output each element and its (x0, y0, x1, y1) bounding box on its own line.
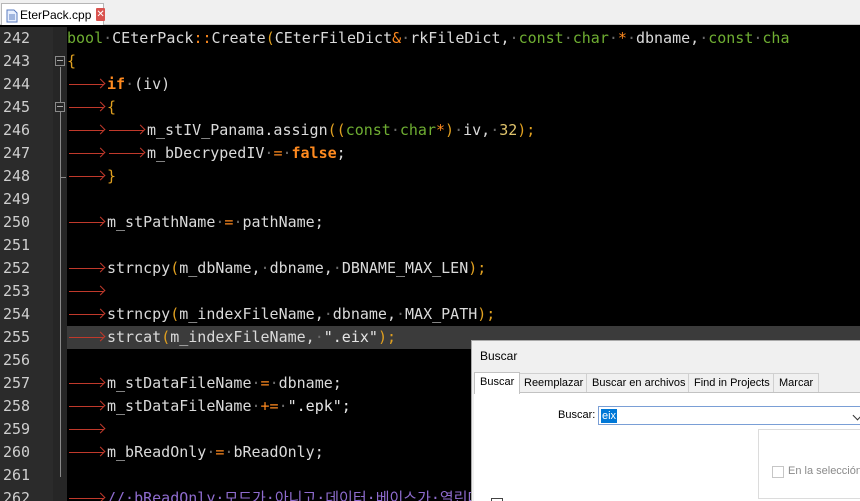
tab-arrow-icon (67, 303, 107, 326)
line-number: 252 (3, 259, 31, 277)
line-number: 256 (3, 351, 31, 369)
tab-arrow-icon (67, 418, 107, 441)
tab-arrow-icon (67, 73, 107, 96)
line-number: 245 (3, 98, 31, 116)
line-number: 260 (3, 443, 31, 461)
tab-arrow-icon (107, 119, 147, 142)
tab-arrow-icon (67, 487, 107, 501)
tab-buscar-en-archivos[interactable]: Buscar en archivos (586, 373, 692, 393)
tab-arrow-icon (67, 119, 107, 142)
line-number: 248 (3, 167, 31, 185)
tab-buscar[interactable]: Buscar (474, 372, 521, 394)
line-number: 258 (3, 397, 31, 415)
close-icon[interactable]: ✕ (96, 8, 105, 21)
tab-bar: EterPack.cpp ✕ (0, 0, 860, 25)
line-number: 249 (3, 190, 31, 208)
code-line: 244 if·(iv) (3, 73, 860, 96)
dialog-title: Buscar (480, 349, 518, 363)
code-line: 249 (3, 188, 860, 211)
file-icon (6, 8, 18, 22)
selection-label: En la selección (788, 465, 860, 477)
line-number: 243 (3, 52, 31, 70)
chevron-down-icon[interactable] (852, 410, 860, 421)
fold-collapse-icon[interactable] (55, 56, 65, 66)
tab-eterpack-cpp[interactable]: EterPack.cpp ✕ (1, 3, 105, 25)
code-line: 251 (3, 234, 860, 257)
fold-margin (53, 27, 67, 501)
code-line: 242 bool·CEterPack::Create(CEterFileDict… (3, 27, 860, 50)
line-number: 246 (3, 121, 31, 139)
code-line: 248 } (3, 165, 860, 188)
selection-checkbox[interactable] (772, 466, 784, 478)
code-line: 254 strncpy(m_indexFileName,·dbname,·MAX… (3, 303, 860, 326)
line-number: 259 (3, 420, 31, 438)
tab-label: EterPack.cpp (20, 7, 92, 22)
selection-group: En la selección (758, 429, 860, 499)
search-label: Buscar: (558, 409, 596, 421)
code-line: 245 { (3, 96, 860, 119)
tab-find-in-projects[interactable]: Find in Projects (688, 373, 776, 393)
code-line: 253 (3, 280, 860, 303)
line-number: 262 (3, 489, 31, 501)
line-number: 253 (3, 282, 31, 300)
tab-arrow-icon (67, 441, 107, 464)
code-line: 250 m_stPathName·=·pathName; (3, 211, 860, 234)
line-number: 255 (3, 328, 31, 346)
tab-marcar[interactable]: Marcar (773, 373, 820, 393)
tab-arrow-icon (67, 165, 107, 188)
code-line: 247 m_bDecrypedIV·=·false; (3, 142, 860, 165)
tab-arrow-icon (67, 257, 107, 280)
dialog-tabs: Buscar Reemplazar Buscar en archivos Fin… (474, 372, 860, 394)
code-line: 243 { (3, 50, 860, 73)
tab-arrow-icon (67, 372, 107, 395)
line-number: 251 (3, 236, 31, 254)
code-line: 252 strncpy(m_dbName,·dbname,·DBNAME_MAX… (3, 257, 860, 280)
line-number: 254 (3, 305, 31, 323)
line-number: 247 (3, 144, 31, 162)
tab-arrow-icon (67, 211, 107, 234)
line-number: 261 (3, 466, 31, 484)
tab-arrow-icon (67, 280, 107, 303)
search-value: eix (601, 409, 618, 423)
tab-arrow-icon (67, 142, 107, 165)
code-line: 246 m_stIV_Panama.assign((const·char*)·i… (3, 119, 860, 142)
find-dialog[interactable]: Buscar Buscar Reemplazar Buscar en archi… (471, 340, 860, 501)
search-input[interactable]: eix (598, 406, 860, 425)
tab-reemplazar[interactable]: Reemplazar (518, 373, 590, 393)
line-number: 242 (3, 29, 31, 47)
line-number: 244 (3, 75, 31, 93)
tab-arrow-icon (67, 395, 107, 418)
tab-arrow-icon (67, 326, 107, 349)
tab-arrow-icon (67, 96, 107, 119)
line-number: 250 (3, 213, 31, 231)
fold-collapse-icon[interactable] (55, 102, 65, 112)
tab-arrow-icon (107, 142, 147, 165)
line-number: 257 (3, 374, 31, 392)
